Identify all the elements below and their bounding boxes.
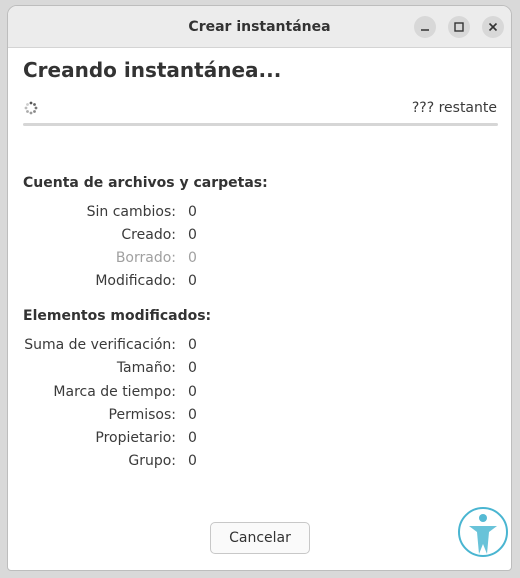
maximize-icon: [454, 22, 464, 32]
row-value: 0: [188, 337, 197, 353]
row-timestamp: Marca de tiempo: 0: [8, 384, 308, 404]
row-size: Tamaño: 0: [8, 360, 308, 380]
maximize-button[interactable]: [448, 16, 470, 38]
row-value: 0: [188, 273, 197, 289]
row-value: 0: [188, 384, 197, 400]
snapshot-dialog: Crear instantánea Creando instantánea...…: [7, 5, 512, 571]
page-title: Creando instantánea...: [23, 58, 282, 82]
row-label: Modificado:: [95, 273, 176, 289]
files-section-title: Cuenta de archivos y carpetas:: [23, 175, 268, 191]
time-remaining: ??? restante: [411, 100, 497, 116]
minimize-icon: [421, 29, 429, 31]
row-label: Propietario:: [95, 430, 176, 446]
row-label: Permisos:: [108, 407, 176, 423]
row-label: Borrado:: [115, 250, 176, 266]
row-value: 0: [188, 204, 197, 220]
row-created: Creado: 0: [8, 227, 308, 247]
minimize-button[interactable]: [414, 16, 436, 38]
watermark-logo-icon: [458, 507, 508, 557]
modified-section-title: Elementos modificados:: [23, 308, 212, 324]
row-value: 0: [188, 407, 197, 423]
row-checksum: Suma de verificación: 0: [8, 337, 308, 357]
row-unchanged: Sin cambios: 0: [8, 204, 308, 224]
row-value: 0: [188, 227, 197, 243]
title-bar[interactable]: Crear instantánea: [8, 6, 511, 48]
window-title: Crear instantánea: [188, 18, 331, 35]
spinner-icon: [24, 101, 38, 115]
row-value: 0: [188, 360, 197, 376]
row-label: Sin cambios:: [86, 204, 176, 220]
row-label: Marca de tiempo:: [53, 384, 176, 400]
row-deleted: Borrado: 0: [8, 250, 308, 270]
progress-bar: [23, 123, 498, 126]
close-icon: [488, 22, 498, 32]
row-label: Tamaño:: [116, 360, 176, 376]
cancel-button[interactable]: Cancelar: [210, 522, 310, 554]
close-button[interactable]: [482, 16, 504, 38]
row-value: 0: [188, 453, 197, 469]
row-owner: Propietario: 0: [8, 430, 308, 450]
row-group: Grupo: 0: [8, 453, 308, 473]
row-value: 0: [188, 430, 197, 446]
row-label: Suma de verificación:: [24, 337, 176, 353]
row-modified: Modificado: 0: [8, 273, 308, 293]
row-permissions: Permisos: 0: [8, 407, 308, 427]
row-value: 0: [188, 250, 197, 266]
row-label: Grupo:: [128, 453, 176, 469]
row-label: Creado:: [121, 227, 176, 243]
